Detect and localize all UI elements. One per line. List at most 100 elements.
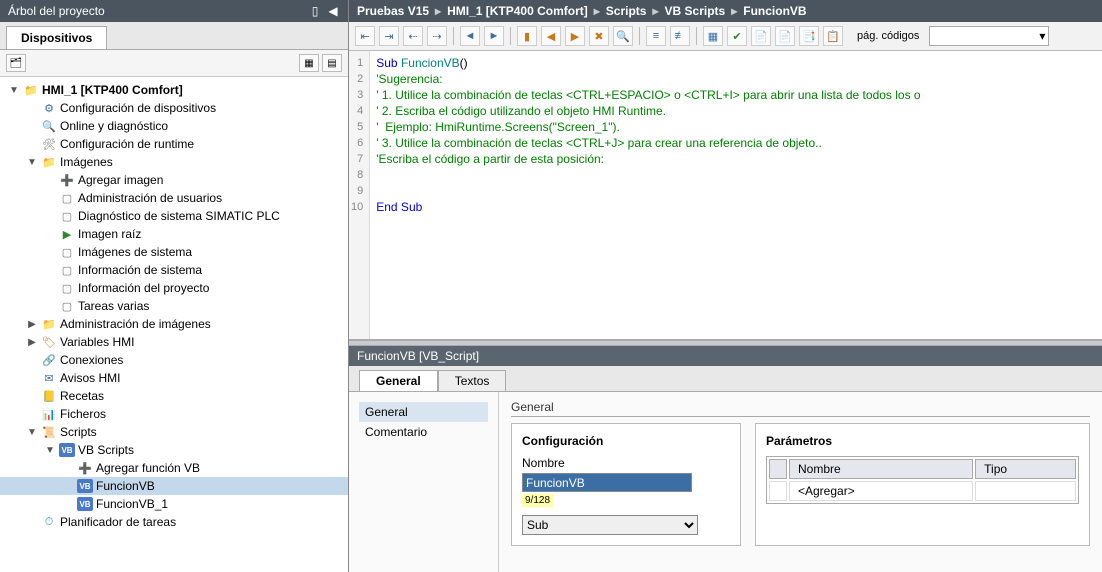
tree-item[interactable]: ▶🏷Variables HMI	[0, 333, 348, 351]
breadcrumb-sep: ▸	[435, 4, 441, 18]
pin-icon[interactable]: ▯	[308, 4, 322, 18]
tree-item[interactable]: 🔍Online y diagnóstico	[0, 117, 348, 135]
editor-pane: Pruebas V15 ▸ HMI_1 [KTP400 Comfort] ▸ Scrip…	[349, 0, 1102, 572]
col-tipo[interactable]: Tipo	[975, 459, 1076, 479]
tree-item-label: Imágenes de sistema	[78, 245, 192, 259]
properties-tabs: General Textos	[349, 366, 1102, 392]
breadcrumb[interactable]: Pruebas V15 ▸ HMI_1 [KTP400 Comfort] ▸ Scrip…	[349, 0, 1102, 22]
tree-item[interactable]: VBFuncionVB	[0, 477, 348, 495]
vb-icon: VB	[59, 443, 75, 457]
etb-c4[interactable]: 📋	[823, 26, 843, 46]
folder-icon: 📁	[41, 317, 57, 331]
tree-toggle[interactable]: ▼	[26, 427, 38, 438]
breadcrumb-item[interactable]: Scripts	[606, 4, 647, 18]
etb-bm4[interactable]: ✖	[589, 26, 609, 46]
tree-item-label: Online y diagnóstico	[60, 119, 168, 133]
etb-bookmark-next[interactable]: ►	[484, 26, 504, 46]
col-nombre[interactable]: Nombre	[789, 459, 973, 479]
devices-tab[interactable]: Dispositivos	[6, 26, 107, 49]
type-select[interactable]: Sub	[522, 515, 698, 535]
breadcrumb-sep: ▸	[594, 4, 600, 18]
etb-bm3[interactable]: ▶	[565, 26, 585, 46]
tree-item[interactable]: ▼📁Imágenes	[0, 153, 348, 171]
screen-icon: ▢	[59, 281, 75, 295]
root-icon: ▶	[59, 227, 75, 241]
tree-item[interactable]: ✉Avisos HMI	[0, 369, 348, 387]
etb-comment[interactable]: ≡	[646, 26, 666, 46]
etb-bookmark-prev[interactable]: ◄	[460, 26, 480, 46]
tree-btn-1[interactable]: 🗂	[6, 54, 26, 72]
tab-textos[interactable]: Textos	[438, 370, 507, 391]
cfg-icon: ⚙	[41, 101, 57, 115]
add-row[interactable]: <Agregar>	[789, 481, 973, 501]
tree-btn-list[interactable]: ▤	[322, 54, 342, 72]
etb-bm5[interactable]: 🔍	[613, 26, 633, 46]
breadcrumb-item[interactable]: VB Scripts	[665, 4, 726, 18]
tree-item-label: FuncionVB_1	[96, 497, 168, 511]
etb-bm2[interactable]: ◀	[541, 26, 561, 46]
tree-toggle[interactable]: ▶	[26, 337, 38, 348]
tree-item[interactable]: ⏱Planificador de tareas	[0, 513, 348, 531]
etb-c2[interactable]: 📄	[775, 26, 795, 46]
tree-item-label: Configuración de dispositivos	[60, 101, 216, 115]
tree-item[interactable]: ▶Imagen raíz	[0, 225, 348, 243]
etb-uncomment[interactable]: ≢	[670, 26, 690, 46]
tree-item-label: Tareas varias	[78, 299, 149, 313]
tree-item[interactable]: ▶📁Administración de imágenes	[0, 315, 348, 333]
tree-toggle[interactable]: ▼	[26, 157, 38, 168]
conn-icon: 🔗	[41, 353, 57, 367]
vb-icon: VB	[77, 479, 93, 493]
tree-item[interactable]: ➕Agregar imagen	[0, 171, 348, 189]
tree-item-label: Información del proyecto	[78, 281, 209, 295]
tree-item[interactable]: ▼📁HMI_1 [KTP400 Comfort]	[0, 81, 348, 99]
name-label: Nombre	[522, 456, 730, 470]
name-counter: 9/128	[522, 494, 553, 507]
tab-general[interactable]: General	[359, 370, 438, 391]
tree-item[interactable]: ▼📜Scripts	[0, 423, 348, 441]
etb-c3[interactable]: 📑	[799, 26, 819, 46]
etb-indent-right[interactable]: ⇥	[379, 26, 399, 46]
params-table[interactable]: Nombre Tipo <Agregar>	[766, 456, 1079, 504]
etb-grid[interactable]: ▦	[703, 26, 723, 46]
breadcrumb-item[interactable]: FuncionVB	[743, 4, 806, 18]
tree-item[interactable]: ▢Tareas varias	[0, 297, 348, 315]
name-input[interactable]	[522, 473, 692, 492]
tree-item[interactable]: ▢Imágenes de sistema	[0, 243, 348, 261]
tree-btn-grid[interactable]: ▦	[299, 54, 319, 72]
page-codes-combo[interactable]: ▾	[929, 26, 1049, 46]
nav-general[interactable]: General	[359, 402, 488, 422]
etb-check[interactable]: ✔	[727, 26, 747, 46]
tree-item[interactable]: ▢Diagnóstico de sistema SIMATIC PLC	[0, 207, 348, 225]
tree-item[interactable]: 🔗Conexiones	[0, 351, 348, 369]
tree-item[interactable]: ▢Información del proyecto	[0, 279, 348, 297]
etb-outdent[interactable]: ⇠	[403, 26, 423, 46]
screen-icon: ▢	[59, 263, 75, 277]
screen-icon: ▢	[59, 245, 75, 259]
etb-indent[interactable]: ⇢	[427, 26, 447, 46]
code-editor[interactable]: 12345678910 Sub FuncionVB()'Sugerencia:'…	[349, 51, 1102, 340]
tree-item[interactable]: ▢Información de sistema	[0, 261, 348, 279]
tree-item[interactable]: 🛠Configuración de runtime	[0, 135, 348, 153]
tree-item[interactable]: 📒Recetas	[0, 387, 348, 405]
tree-item[interactable]: ▢Administración de usuarios	[0, 189, 348, 207]
tree-toggle[interactable]: ▼	[44, 445, 56, 456]
etb-bm1[interactable]: ▮	[517, 26, 537, 46]
collapse-icon[interactable]: ◀	[326, 4, 340, 18]
tree-toggle[interactable]: ▼	[8, 85, 20, 96]
etb-indent-left[interactable]: ⇤	[355, 26, 375, 46]
etb-c1[interactable]: 📄	[751, 26, 771, 46]
breadcrumb-item[interactable]: HMI_1 [KTP400 Comfort]	[447, 4, 588, 18]
project-tree[interactable]: ▼📁HMI_1 [KTP400 Comfort]⚙Configuración d…	[0, 77, 348, 572]
nav-comentario[interactable]: Comentario	[359, 422, 488, 442]
code-lines[interactable]: Sub FuncionVB()'Sugerencia:' 1. Utilice …	[370, 51, 926, 339]
project-tree-pane: Árbol del proyecto ▯ ◀ Dispositivos 🗂 ▦ …	[0, 0, 349, 572]
tree-item[interactable]: 📊Ficheros	[0, 405, 348, 423]
tree-item[interactable]: VBFuncionVB_1	[0, 495, 348, 513]
tree-toggle[interactable]: ▶	[26, 319, 38, 330]
breadcrumb-item[interactable]: Pruebas V15	[357, 4, 429, 18]
tree-item[interactable]: ▼VBVB Scripts	[0, 441, 348, 459]
tree-item[interactable]: ⚙Configuración de dispositivos	[0, 99, 348, 117]
file-icon: 📊	[41, 407, 57, 421]
editor-toolbar: ⇤ ⇥ ⇠ ⇢ ◄ ► ▮ ◀ ▶ ✖ 🔍 ≡ ≢ ▦ ✔ 📄 📄 📑 📋 pá…	[349, 22, 1102, 51]
tree-item[interactable]: ➕Agregar función VB	[0, 459, 348, 477]
